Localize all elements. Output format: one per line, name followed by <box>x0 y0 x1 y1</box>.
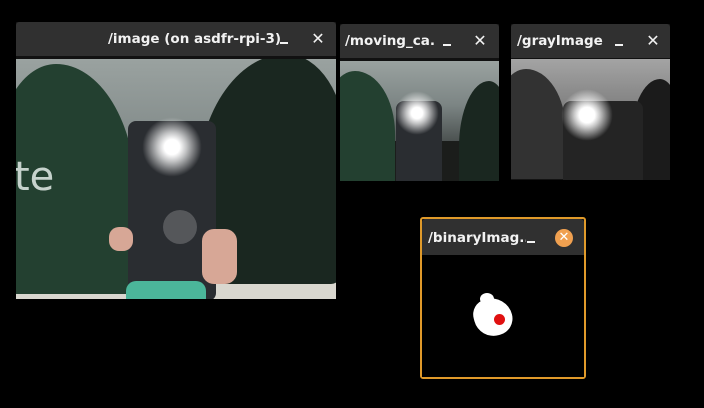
window-title: /binaryImag... <box>428 230 526 246</box>
moving-camera-window[interactable]: /moving_ca... ✕ <box>340 24 499 181</box>
gray-image-titlebar[interactable]: /grayImage (... ✕ <box>511 24 670 58</box>
moving-camera-image <box>340 61 499 181</box>
shirt-logo-text: te <box>16 154 55 200</box>
image-titlebar[interactable]: /image (on asdfr-rpi-3) ✕ <box>16 22 336 56</box>
moving-camera-titlebar[interactable]: /moving_ca... ✕ <box>340 24 499 58</box>
binary-image-titlebar[interactable]: /binaryImag... ✕ <box>422 219 584 255</box>
binary-image <box>422 255 584 377</box>
minimize-icon[interactable] <box>276 31 292 47</box>
close-icon[interactable]: ✕ <box>472 33 488 49</box>
minimize-icon[interactable] <box>611 33 627 49</box>
image-window[interactable]: /image (on asdfr-rpi-3) ✕ te <box>16 22 336 299</box>
close-icon[interactable]: ✕ <box>645 33 661 49</box>
window-title: /moving_ca... <box>345 33 435 49</box>
detected-marker <box>494 314 505 325</box>
close-icon[interactable]: ✕ <box>555 229 573 247</box>
minimize-icon[interactable] <box>439 33 455 49</box>
gray-image-window[interactable]: /grayImage (... ✕ <box>511 24 670 180</box>
camera-image: te <box>16 59 336 299</box>
minimize-icon[interactable] <box>523 230 539 246</box>
gray-image <box>511 59 670 180</box>
binary-image-window[interactable]: /binaryImag... ✕ <box>420 217 586 379</box>
window-title: /grayImage (... <box>517 33 607 49</box>
close-icon[interactable]: ✕ <box>310 31 326 47</box>
